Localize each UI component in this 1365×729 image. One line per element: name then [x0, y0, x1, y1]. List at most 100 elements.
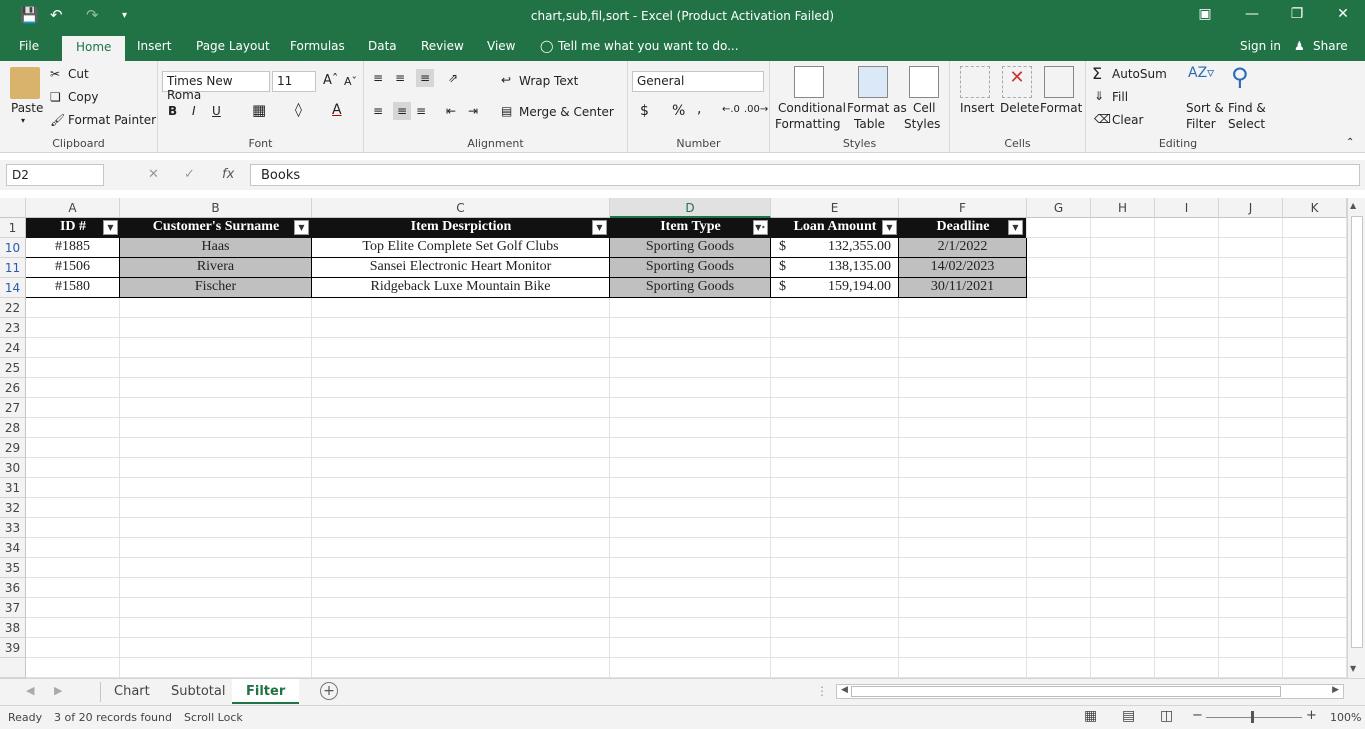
conditional-formatting-label-2[interactable]: Formatting: [775, 117, 841, 131]
italic-button[interactable]: I: [192, 104, 196, 118]
row-header[interactable]: 33: [0, 518, 26, 538]
merge-center-button[interactable]: Merge & Center: [519, 105, 614, 119]
format-cells-icon[interactable]: [1044, 66, 1074, 98]
row-header[interactable]: 34: [0, 538, 26, 558]
format-as-table-icon[interactable]: [858, 66, 888, 98]
row-header[interactable]: 30: [0, 458, 26, 478]
insert-button[interactable]: Insert: [960, 101, 994, 115]
filter-dropdown-icon[interactable]: ▼: [592, 220, 607, 235]
row-header[interactable]: 11: [0, 258, 26, 278]
find-select-label-1[interactable]: Find &: [1228, 101, 1266, 115]
column-header-b[interactable]: B: [120, 198, 312, 218]
sheet-tab-subtotal[interactable]: Subtotal: [157, 684, 239, 699]
autosum-button[interactable]: AutoSum: [1112, 67, 1167, 81]
cell-amount[interactable]: $159,194.00: [771, 278, 899, 298]
column-header-e[interactable]: E: [771, 198, 899, 218]
merge-icon[interactable]: ▤: [501, 104, 512, 118]
cell-item[interactable]: Sansei Electronic Heart Monitor: [312, 258, 610, 278]
align-right-icon[interactable]: ≡: [416, 104, 426, 118]
row-header[interactable]: 14: [0, 278, 26, 298]
borders-icon[interactable]: ▦: [252, 101, 266, 119]
select-all-corner[interactable]: [0, 198, 26, 218]
vertical-scrollbar[interactable]: ▲ ▼: [1347, 198, 1365, 678]
tab-data[interactable]: Data: [368, 39, 397, 53]
tab-view[interactable]: View: [487, 39, 515, 53]
format-as-table-label-2[interactable]: Table: [854, 117, 885, 131]
minimize-icon[interactable]: —: [1242, 6, 1262, 22]
filter-dropdown-icon[interactable]: ▼: [294, 220, 309, 235]
cell-id[interactable]: #1885: [26, 238, 120, 258]
cell-surname[interactable]: Fischer: [120, 278, 312, 298]
column-header-j[interactable]: J: [1219, 198, 1283, 218]
orientation-icon[interactable]: ⇗: [448, 71, 458, 85]
format-as-table-label-1[interactable]: Format as: [847, 101, 907, 115]
name-box[interactable]: D2: [6, 164, 104, 186]
worksheet-grid[interactable]: A B C D E F G H I J K 1 10 11 14 22 23 2…: [0, 198, 1347, 678]
cell-amount[interactable]: $138,135.00: [771, 258, 899, 278]
format-painter-icon[interactable]: 🖌: [50, 113, 65, 127]
column-header-f[interactable]: F: [899, 198, 1027, 218]
column-header-h[interactable]: H: [1091, 198, 1155, 218]
row-header[interactable]: 39: [0, 638, 26, 658]
zoom-level[interactable]: 100%: [1330, 711, 1361, 724]
formula-input[interactable]: Books: [250, 164, 1360, 186]
row-header[interactable]: 23: [0, 318, 26, 338]
column-header-c[interactable]: C: [312, 198, 610, 218]
restore-icon[interactable]: ❐: [1287, 6, 1307, 22]
row-header[interactable]: [0, 658, 26, 678]
cell-id[interactable]: #1580: [26, 278, 120, 298]
wrap-text-icon[interactable]: ↩: [501, 73, 511, 87]
conditional-formatting-label-1[interactable]: Conditional: [778, 101, 846, 115]
ribbon-display-icon[interactable]: ▣: [1195, 6, 1215, 22]
cell-styles-label-1[interactable]: Cell: [913, 101, 935, 115]
cell-amount[interactable]: $132,355.00: [771, 238, 899, 258]
row-header[interactable]: 36: [0, 578, 26, 598]
collapse-ribbon-icon[interactable]: ⌃: [1346, 137, 1354, 148]
row-header[interactable]: 29: [0, 438, 26, 458]
cell-item[interactable]: Top Elite Complete Set Golf Clubs: [312, 238, 610, 258]
grow-font-icon[interactable]: Aˆ: [323, 73, 338, 88]
increase-decimal-icon[interactable]: ←.0: [722, 104, 740, 115]
row-header[interactable]: 31: [0, 478, 26, 498]
row-header[interactable]: 24: [0, 338, 26, 358]
cut-icon[interactable]: ✂: [50, 67, 60, 81]
zoom-slider-thumb[interactable]: [1251, 711, 1254, 723]
align-bottom-icon[interactable]: ≡: [416, 69, 435, 87]
row-header[interactable]: 38: [0, 618, 26, 638]
column-header-k[interactable]: K: [1283, 198, 1347, 218]
cell-deadline[interactable]: 14/02/2023: [899, 258, 1027, 278]
decrease-decimal-icon[interactable]: .00→: [744, 104, 768, 115]
font-name-select[interactable]: Times New Roma: [162, 71, 270, 102]
sheet-tab-chart[interactable]: Chart: [100, 684, 164, 699]
cell-surname[interactable]: Haas: [120, 238, 312, 258]
sort-filter-label-2[interactable]: Filter: [1186, 117, 1216, 131]
cell-type[interactable]: Sporting Goods: [610, 278, 771, 298]
prev-sheet-icon[interactable]: ◀: [26, 684, 34, 697]
scroll-right-icon[interactable]: ▶: [1332, 685, 1339, 695]
number-format-select[interactable]: General: [632, 71, 764, 92]
wrap-text-button[interactable]: Wrap Text: [519, 74, 578, 88]
next-sheet-icon[interactable]: ▶: [54, 684, 62, 697]
clear-button[interactable]: Clear: [1112, 113, 1143, 127]
cell-item[interactable]: Ridgeback Luxe Mountain Bike: [312, 278, 610, 298]
share-button[interactable]: Share: [1313, 39, 1348, 53]
find-select-icon[interactable]: ⚲: [1231, 63, 1261, 95]
enter-icon[interactable]: ✓: [184, 167, 195, 182]
cell-id[interactable]: #1506: [26, 258, 120, 278]
cell-styles-label-2[interactable]: Styles: [904, 117, 940, 131]
fill-icon[interactable]: ⇓: [1094, 89, 1104, 103]
page-break-view-icon[interactable]: ◫: [1160, 708, 1173, 724]
percent-button[interactable]: %: [672, 103, 685, 119]
delete-cells-icon[interactable]: ✕: [1002, 66, 1032, 98]
currency-button[interactable]: $: [640, 103, 649, 119]
vertical-scroll-thumb[interactable]: [1351, 216, 1363, 648]
paste-dropdown-icon[interactable]: ▾: [21, 116, 25, 125]
row-header[interactable]: 28: [0, 418, 26, 438]
header-cell-amount[interactable]: Loan Amount: [771, 218, 899, 238]
row-header[interactable]: 25: [0, 358, 26, 378]
row-header[interactable]: 35: [0, 558, 26, 578]
underline-button[interactable]: U: [212, 104, 221, 118]
tab-file[interactable]: File: [19, 39, 39, 53]
header-cell-surname[interactable]: Customer's Surname: [120, 218, 312, 238]
font-color-icon[interactable]: A: [332, 102, 342, 118]
